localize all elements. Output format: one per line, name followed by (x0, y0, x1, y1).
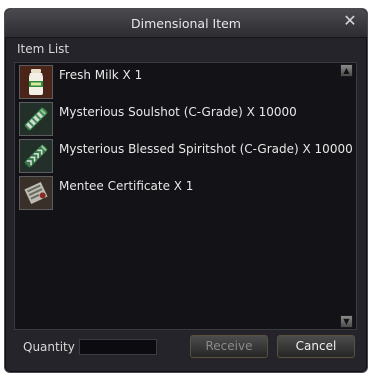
quantity-input[interactable] (79, 339, 157, 355)
close-icon[interactable]: ✕ (341, 12, 359, 30)
quantity-label: Quantity (23, 340, 75, 354)
item-label: Mysterious Soulshot (C-Grade) X 10000 (59, 105, 297, 119)
scroll-up-button[interactable]: ▲ (340, 64, 353, 77)
dimensional-item-window: Dimensional Item ✕ Item List Fresh Milk … (4, 8, 368, 373)
list-item[interactable]: Mysterious Soulshot (C-Grade) X 10000 (17, 101, 338, 137)
item-list: Fresh Milk X 1 Mysterious Soulshot (C-Gr… (14, 62, 357, 330)
item-label: Mysterious Blessed Spiritshot (C-Grade) … (59, 142, 353, 156)
soulshot-icon (19, 102, 53, 136)
item-label: Fresh Milk X 1 (59, 68, 143, 82)
receive-button[interactable]: Receive (190, 335, 268, 358)
scroll-down-button[interactable]: ▼ (340, 315, 353, 328)
item-list-label: Item List (17, 42, 70, 56)
window-title: Dimensional Item (130, 16, 241, 31)
cancel-button[interactable]: Cancel (277, 335, 355, 358)
certificate-icon (19, 176, 53, 210)
list-item[interactable]: Mentee Certificate X 1 (17, 175, 338, 211)
list-item[interactable]: Mysterious Blessed Spiritshot (C-Grade) … (17, 138, 353, 174)
title-bar[interactable]: Dimensional Item ✕ (5, 9, 367, 38)
item-label: Mentee Certificate X 1 (59, 179, 194, 193)
spiritshot-icon (19, 139, 53, 173)
milk-bottle-icon (19, 65, 53, 99)
list-item[interactable]: Fresh Milk X 1 (17, 64, 338, 100)
